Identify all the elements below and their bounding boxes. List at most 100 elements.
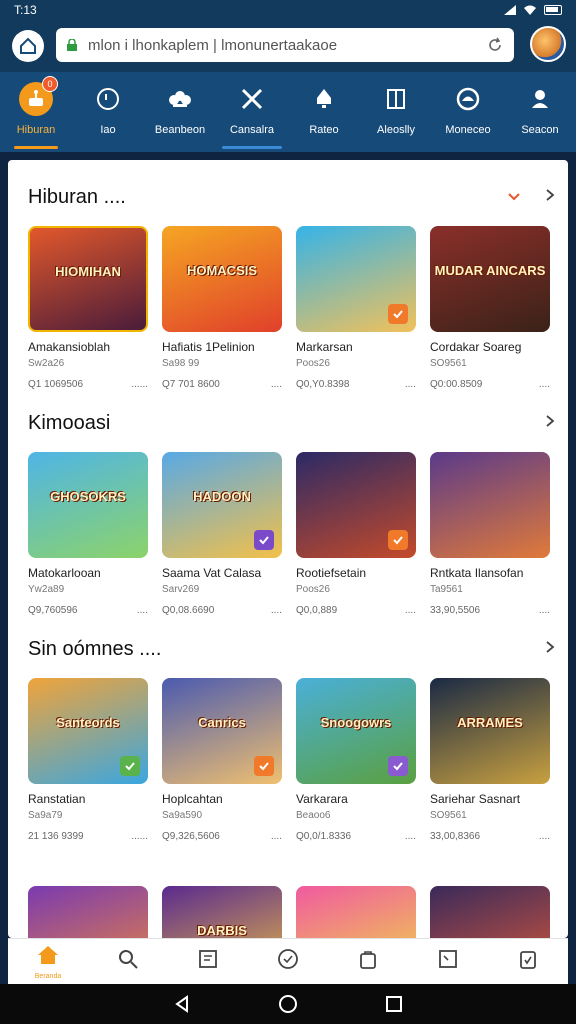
game-card[interactable]: MUDAR AINCARS Cordakar Soareg SO9561 Q0:00.… — [430, 226, 550, 390]
game-meta: Q1 1069506...... — [28, 379, 148, 390]
notification-badge: 0 — [42, 76, 58, 92]
avatar[interactable] — [530, 26, 566, 62]
game-thumbnail[interactable] — [296, 886, 416, 938]
checkmark-icon — [254, 756, 274, 776]
category-item-beanbeon[interactable]: Beanbeon — [144, 72, 216, 152]
category-label: Moneceo — [445, 124, 491, 136]
category-item-iao[interactable]: Iao — [72, 72, 144, 152]
game-card[interactable]: Rootiefsetain Poos26 Q0,0,889.... — [296, 452, 416, 616]
game-count: Q0,0/1.8336 — [296, 831, 352, 842]
thumbnail-title: Snoogowrs — [320, 715, 392, 731]
game-card[interactable]: HIOMIHAN Amakansioblah Sw2a26 Q1 1069506...… — [28, 226, 148, 390]
game-meta: Q7 701 8600.... — [162, 379, 282, 390]
system-nav-bar — [0, 984, 576, 1024]
rating-dots: .... — [538, 605, 550, 616]
game-card[interactable]: Santeords Ranstatian Sa9a79 21 136 9399....… — [28, 678, 148, 842]
chevron-right-icon[interactable] — [544, 414, 556, 432]
back-icon[interactable] — [173, 995, 191, 1013]
game-meta: 33,00,8366.... — [430, 831, 550, 842]
game-meta: Q0,0/1.8336.... — [296, 831, 416, 842]
section-header: Kimooasi — [28, 394, 556, 452]
game-thumbnail[interactable] — [430, 886, 550, 938]
game-thumbnail[interactable]: GHOSOKRS — [28, 452, 148, 558]
game-card[interactable] — [430, 886, 550, 938]
game-card[interactable] — [296, 886, 416, 938]
category-item-hiburan[interactable]: 0 Hiburan — [0, 72, 72, 152]
bottom-nav-item[interactable] — [328, 939, 408, 984]
bottom-nav-item[interactable] — [168, 939, 248, 984]
section-title: Kimooasi — [28, 411, 111, 434]
signal-icon — [504, 5, 516, 15]
bottom-nav-item[interactable] — [88, 939, 168, 984]
game-title: Markarsan — [296, 340, 353, 354]
game-title: Saama Vat Calasa — [162, 566, 262, 580]
game-thumbnail[interactable] — [296, 226, 416, 332]
bottom-nav-item[interactable]: Beranda — [8, 939, 88, 984]
reload-icon[interactable] — [486, 36, 504, 54]
category-label: Beanbeon — [154, 124, 206, 136]
bottom-nav-item[interactable] — [248, 939, 328, 984]
game-thumbnail[interactable]: ARRAMES — [430, 678, 550, 784]
chevron-right-icon[interactable] — [544, 640, 556, 658]
category-item-rateo[interactable]: Rateo — [288, 72, 360, 152]
game-section: Sin oómnes .... Santeords Ranstatian Sa9a79… — [8, 620, 568, 846]
game-meta: Q9,760596.... — [28, 605, 148, 616]
game-card[interactable]: Canrics Hoplcahtan Sa9a590 Q9,326,5606.... — [162, 678, 282, 842]
game-card[interactable]: DARBIS — [162, 886, 282, 938]
game-meta: Q0:00.8509.... — [430, 379, 550, 390]
rating-dots: .... — [270, 605, 282, 616]
game-thumbnail[interactable]: HADOON — [162, 452, 282, 558]
category-item-aleoslly[interactable]: Aleoslly — [360, 72, 432, 152]
recents-icon[interactable] — [385, 995, 403, 1013]
category-item-cansalra[interactable]: Cansalra — [216, 72, 288, 152]
game-card[interactable]: Rntkata Ilansofan Ta9561 33,90,5506.... — [430, 452, 550, 616]
house-icon — [20, 37, 36, 54]
game-card[interactable]: HOMACSIS Hafiatis 1Pelinion Sa98 99 Q7 701 … — [162, 226, 282, 390]
game-thumbnail[interactable] — [28, 886, 148, 938]
address-bar[interactable]: mlon i lhonkaplem | lmonunertaakaoe — [56, 28, 514, 62]
home-circle-icon[interactable] — [278, 994, 298, 1014]
home-button[interactable] — [12, 30, 44, 62]
bottom-nav-item[interactable] — [488, 939, 568, 984]
category-item-moneceo[interactable]: Moneceo — [432, 72, 504, 152]
game-subtitle: Sw2a26 — [28, 358, 65, 369]
category-item-seacon[interactable]: Seacon — [504, 72, 576, 152]
game-thumbnail[interactable]: MUDAR AINCARS — [430, 226, 550, 332]
document-icon — [197, 948, 219, 975]
card-row: GHOSOKRS Matokarlooan Yw2a89 Q9,760596.... H… — [28, 452, 556, 616]
category-label: Cansalra — [229, 124, 275, 136]
game-thumbnail[interactable] — [430, 452, 550, 558]
game-title: Hoplcahtan — [162, 792, 223, 806]
checkmark-icon — [388, 304, 408, 324]
thumbnail-title: DARBIS — [197, 923, 247, 938]
game-subtitle: Sa9a590 — [162, 810, 203, 821]
game-card[interactable]: ARRAMES Sariehar Sasnart SO9561 33,00,8366.… — [430, 678, 550, 842]
game-thumbnail[interactable]: HIOMIHAN — [28, 226, 148, 332]
game-thumbnail[interactable]: Canrics — [162, 678, 282, 784]
card-row: Santeords Ranstatian Sa9a79 21 136 9399....… — [28, 678, 556, 842]
rating-dots: ...... — [131, 379, 148, 390]
section-title: Hiburan .... — [28, 185, 126, 208]
game-title: Varkarara — [296, 792, 348, 806]
game-thumbnail[interactable] — [296, 452, 416, 558]
game-card[interactable]: GHOSOKRS Matokarlooan Yw2a89 Q9,760596.... — [28, 452, 148, 616]
game-count: Q9,326,5606 — [162, 831, 220, 842]
rating-dots: .... — [136, 605, 148, 616]
thumbnail-title: Canrics — [198, 715, 246, 731]
game-card[interactable] — [28, 886, 148, 938]
category-nav: 0 Hiburan Iao Beanbeon Cansalra Rateo Aleoslly… — [0, 72, 576, 152]
game-thumbnail[interactable]: DARBIS — [162, 886, 282, 938]
checkmark-icon — [254, 530, 274, 550]
tools-icon — [235, 82, 269, 116]
game-card[interactable]: Snoogowrs Varkarara Beaoo6 Q0,0/1.8336.... — [296, 678, 416, 842]
game-subtitle: Poos26 — [296, 584, 330, 595]
dropdown-chevron-icon[interactable] — [508, 188, 520, 206]
game-thumbnail[interactable]: Santeords — [28, 678, 148, 784]
game-card[interactable]: HADOON Saama Vat Calasa Sarv269 Q0,08.6690.… — [162, 452, 282, 616]
game-thumbnail[interactable]: Snoogowrs — [296, 678, 416, 784]
game-thumbnail[interactable]: HOMACSIS — [162, 226, 282, 332]
rating-dots: .... — [270, 379, 282, 390]
chevron-right-icon[interactable] — [544, 188, 556, 206]
game-card[interactable]: Markarsan Poos26 Q0,Y0.8398.... — [296, 226, 416, 390]
bottom-nav-item[interactable] — [408, 939, 488, 984]
